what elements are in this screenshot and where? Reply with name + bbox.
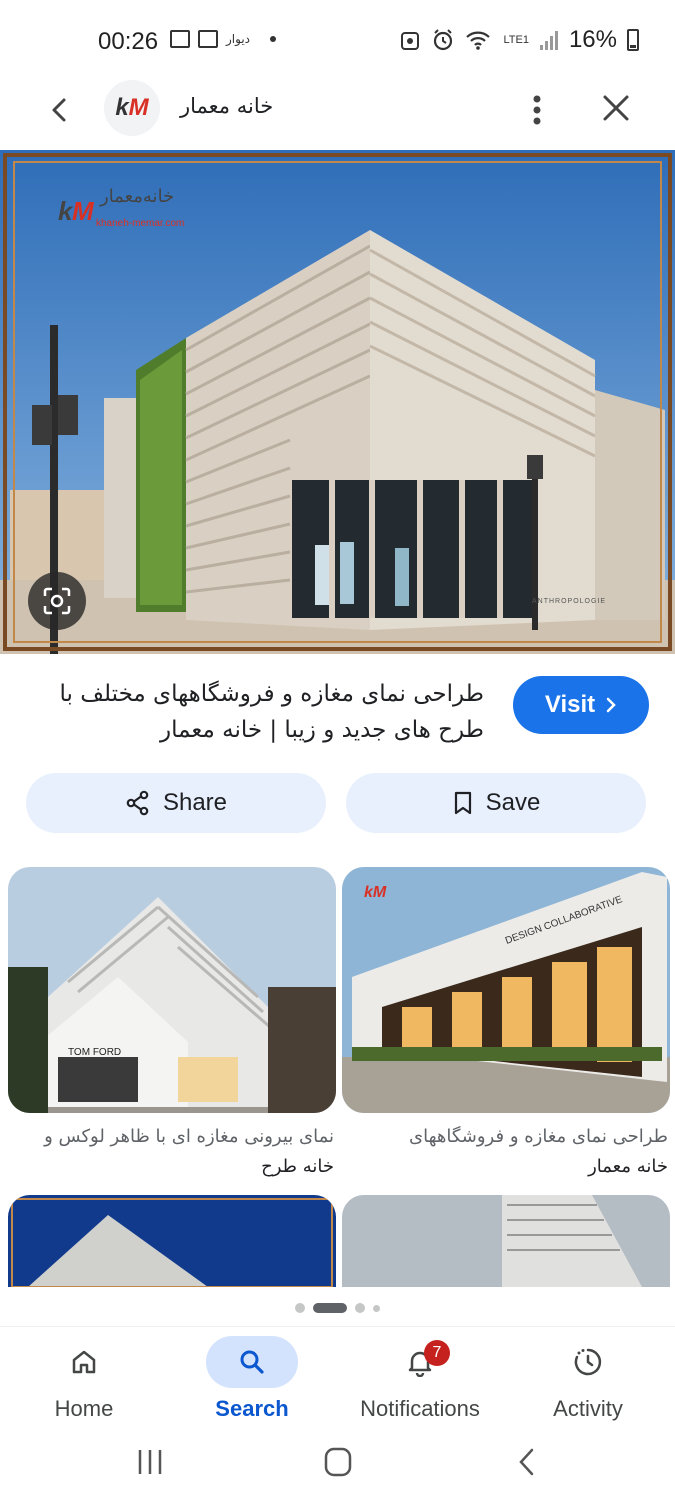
battery-percent: 16%	[568, 26, 617, 53]
svg-text:kM: kM	[364, 884, 387, 901]
more-vertical-icon	[533, 95, 541, 125]
page-dot-active	[313, 1303, 347, 1313]
page-dot	[373, 1304, 380, 1312]
related-pin-card[interactable]	[342, 1195, 670, 1287]
home-square-icon	[324, 1447, 352, 1477]
page-indicator	[0, 1300, 675, 1316]
recent-apps-icon	[138, 1450, 162, 1474]
nav-activity-pill	[542, 1336, 634, 1388]
back-button[interactable]	[40, 90, 80, 130]
more-options-button[interactable]	[522, 90, 552, 130]
system-navigation-bar	[0, 1430, 675, 1500]
pin-hero-image[interactable]: k M خانه‌معمار khaneh-memar.com ANTHROPO…	[0, 150, 675, 654]
save-label: Save	[485, 789, 541, 816]
related-pin-card[interactable]: TOM FORD	[8, 867, 336, 1113]
wifi-icon	[466, 31, 491, 50]
more-notifications-dot-icon	[270, 36, 277, 42]
card-sign: TOM FORD	[68, 1047, 122, 1058]
status-bar: 00:26 دیوار LTE1 16%	[0, 0, 675, 80]
caption-source: خانه معمار	[588, 1156, 668, 1177]
close-button[interactable]	[596, 88, 636, 128]
status-right-icons: LTE1 16%	[399, 26, 639, 54]
share-label: Share	[162, 789, 228, 816]
nav-notifications-pill: 7	[374, 1336, 466, 1388]
save-button[interactable]: Save	[346, 773, 646, 833]
home-icon	[72, 1350, 96, 1374]
app-notification-label: دیوار	[226, 32, 251, 46]
share-button[interactable]: Share	[26, 773, 326, 833]
recycle-icon	[401, 32, 420, 50]
signal-icon	[539, 31, 558, 50]
page-dot	[295, 1303, 305, 1313]
nav-notifications[interactable]: 7 Notifications	[336, 1327, 504, 1431]
caption-source: خانه طرح	[261, 1156, 334, 1177]
related-pin-card[interactable]: kM DESIGN COLLABORATIVE	[342, 867, 670, 1113]
page-dot	[355, 1303, 365, 1313]
pin-title: طراحی نمای مغازه و فروشگاههای مختلف با ط…	[59, 681, 485, 743]
close-icon	[603, 95, 629, 121]
bookmark-icon	[454, 791, 471, 815]
bottom-navigation: Home Search 7 Notifications Activity	[0, 1326, 675, 1430]
nav-activity[interactable]: Activity	[504, 1327, 672, 1431]
nav-search-label: Search	[215, 1396, 289, 1421]
related-pin-image	[8, 867, 336, 1113]
logo-letter-k: k	[115, 94, 129, 121]
visual-search-button[interactable]	[28, 572, 86, 630]
visit-label: Visit	[544, 691, 596, 718]
nav-notifications-label: Notifications	[360, 1396, 480, 1421]
nav-search[interactable]: Search	[168, 1327, 336, 1431]
hero-watermark-text: خانه‌معمار	[100, 186, 175, 207]
calendar-icon	[198, 30, 218, 48]
logo-letter-m: M	[128, 94, 149, 121]
nav-home-pill	[38, 1336, 130, 1388]
search-icon	[240, 1350, 264, 1374]
activity-icon	[574, 1348, 602, 1376]
hero-store-sign: ANTHROPOLOGIE	[532, 598, 607, 605]
chevron-left-icon	[52, 98, 66, 122]
related-pin-caption: طراحی نمای مغازه و فروشگاههای خانه معمار	[348, 1122, 668, 1182]
svg-text:M: M	[72, 196, 95, 226]
related-pin-image	[342, 1195, 670, 1287]
pin-header: kM خانه معمار	[0, 78, 675, 140]
related-pin-caption: نمای بیرونی مغازه ای با ظاهر لوکس و خانه…	[14, 1122, 334, 1182]
caption-text: نمای بیرونی مغازه ای با ظاهر لوکس و	[44, 1126, 334, 1147]
related-pin-card[interactable]	[8, 1195, 336, 1287]
site-name[interactable]: خانه معمار	[180, 94, 273, 118]
home-system-button[interactable]	[318, 1444, 358, 1480]
status-time: 00:26	[98, 28, 159, 55]
network-type: LTE1	[503, 33, 529, 46]
related-pin-image	[8, 1195, 336, 1287]
lens-icon	[43, 587, 71, 615]
back-system-button[interactable]	[508, 1444, 548, 1480]
status-left-icons: دیوار	[170, 30, 277, 48]
nav-home-label: Home	[54, 1396, 114, 1421]
back-arrow-icon	[519, 1448, 534, 1476]
chevron-right-icon	[606, 697, 616, 713]
nav-home[interactable]: Home	[0, 1327, 168, 1431]
battery-icon	[627, 29, 639, 51]
share-icon	[126, 790, 149, 816]
site-logo[interactable]: kM	[104, 80, 160, 136]
alarm-icon	[434, 29, 453, 51]
recent-apps-button[interactable]	[130, 1444, 170, 1480]
notification-badge: 7	[424, 1340, 450, 1366]
hero-watermark-url: khaneh-memar.com	[96, 218, 185, 229]
caption-text: طراحی نمای مغازه و فروشگاههای	[409, 1126, 668, 1147]
nav-activity-label: Activity	[553, 1396, 623, 1421]
nav-search-pill	[206, 1336, 298, 1388]
visit-button[interactable]: Visit	[513, 676, 649, 734]
gallery-icon	[170, 30, 190, 48]
